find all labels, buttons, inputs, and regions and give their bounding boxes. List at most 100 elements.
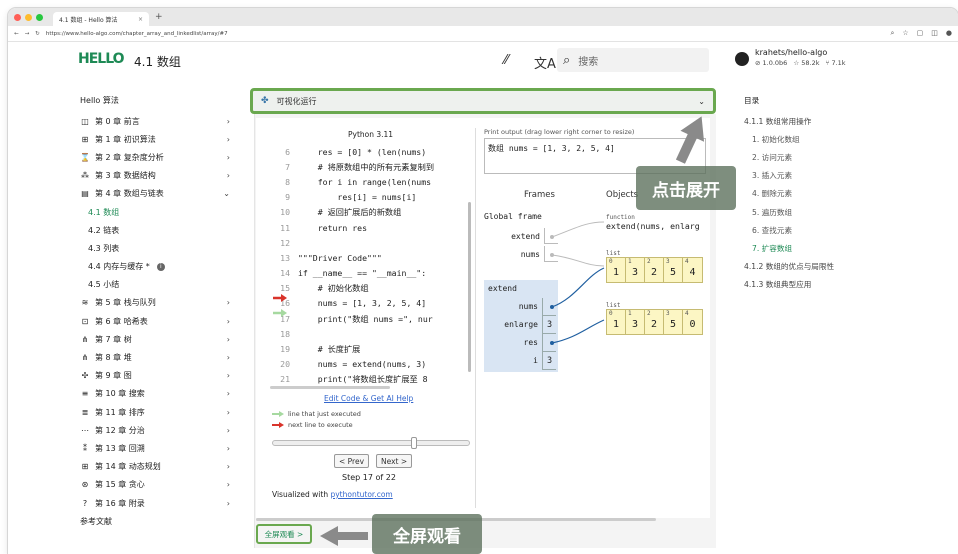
chapter-icon: ⊡ xyxy=(81,316,89,326)
nav-chapter[interactable]: ⋯ 第 12 章 分治 › xyxy=(80,421,230,439)
nav-chapter[interactable]: ⁑ 第 13 章 回溯 › xyxy=(80,439,230,457)
nav-chapter[interactable]: ◫ 第 0 章 前言 › xyxy=(80,112,230,130)
nav-chapter[interactable]: ⊛ 第 15 章 贪心 › xyxy=(80,476,230,494)
chapter-icon: ⁑ xyxy=(83,443,87,453)
chapter-icon: ≣ xyxy=(81,407,89,417)
chevron-down-icon[interactable]: ⌄ xyxy=(698,97,705,106)
chapter-icon: ⌛ xyxy=(80,152,90,162)
info-icon: i xyxy=(156,262,165,271)
search-box[interactable]: ⌕ 搜索 xyxy=(557,48,709,72)
toc-item[interactable]: 6. 查找元素 xyxy=(744,221,884,239)
nav-chapter[interactable]: ? 第 16 章 附录 › xyxy=(80,494,230,512)
nav-chapter[interactable]: ⊞ 第 1 章 初识算法 › xyxy=(80,130,230,148)
chapter-icon: ⊛ xyxy=(81,480,89,490)
close-window-button[interactable] xyxy=(14,13,21,21)
minimize-window-button[interactable] xyxy=(25,13,32,21)
theme-toggle-icon[interactable]: ⁄⁄ xyxy=(504,53,508,68)
chevron-icon[interactable]: › xyxy=(227,153,230,162)
toc-item[interactable]: 5. 遍历数组 xyxy=(744,203,884,221)
chapter-label: 第 13 章 回溯 xyxy=(95,443,145,453)
chapter-label: 第 9 章 图 xyxy=(95,371,132,381)
chapter-label: 第 10 章 搜索 xyxy=(95,389,145,399)
tab-bar: 4.1 数组 - Hello 算法 × + xyxy=(8,8,958,26)
chapter-icon: ? xyxy=(82,498,88,508)
tab-title: 4.1 数组 - Hello 算法 xyxy=(59,16,118,24)
table-of-contents: 目录 4.1.1 数组常用操作 1. 初始化数组 2. 访问元素 3. 插入元素 4. … xyxy=(744,95,884,294)
left-navigation: Hello 算法 ◫ 第 0 章 前言 › ⊞ 第 1 章 初识算法 › ⌛ 第 2 章 复杂… xyxy=(80,95,230,530)
toc-item[interactable]: 4. 删除元素 xyxy=(744,185,884,203)
chevron-icon[interactable]: › xyxy=(227,298,230,307)
nav-chapter[interactable]: ✣ 第 9 章 图 › xyxy=(80,367,230,385)
chevron-icon[interactable]: › xyxy=(227,335,230,344)
chapter-icon: ≋ xyxy=(81,298,89,308)
up-arrow-annotation xyxy=(676,116,705,164)
toc-item[interactable]: 2. 访问元素 xyxy=(744,148,884,166)
nav-subsection[interactable]: 4.1 数组 xyxy=(80,203,230,221)
nav-chapter[interactable]: ⋔ 第 8 章 堆 › xyxy=(80,348,230,366)
translate-icon[interactable]: 文A xyxy=(534,53,556,72)
nav-subsection[interactable]: 4.3 列表 xyxy=(80,239,230,257)
nav-chapter[interactable]: ⌛ 第 2 章 复杂度分析 › xyxy=(80,148,230,166)
chevron-icon[interactable]: › xyxy=(227,171,230,180)
new-tab-button[interactable]: + xyxy=(155,12,163,22)
repo-link[interactable]: krahets/hello-algo ⊘ 1.0.0b6 ☆ 58.2k ⑂ 7… xyxy=(735,48,846,67)
nav-chapter[interactable]: ⊡ 第 6 章 哈希表 › xyxy=(80,312,230,330)
nav-chapter[interactable]: ≋ 第 5 章 栈与队列 › xyxy=(80,294,230,312)
zoom-window-button[interactable] xyxy=(36,13,43,21)
chapter-label: 第 11 章 排序 xyxy=(95,407,145,417)
browser-tab[interactable]: 4.1 数组 - Hello 算法 × xyxy=(53,12,149,26)
python-icon: ✤ xyxy=(261,96,269,106)
chapter-label: 第 7 章 树 xyxy=(95,334,132,344)
nav-root[interactable]: Hello 算法 xyxy=(80,95,230,106)
chapter-label: 第 8 章 堆 xyxy=(95,353,132,363)
toc-title: 目录 xyxy=(744,96,760,105)
chevron-icon[interactable]: › xyxy=(227,371,230,380)
chevron-icon[interactable]: › xyxy=(227,426,230,435)
nav-subsection[interactable]: 4.2 链表 xyxy=(80,221,230,239)
search-icon: ⌕ xyxy=(563,52,571,68)
chapter-label: 第 4 章 数组与链表 xyxy=(95,189,164,199)
chapter-label: 第 15 章 贪心 xyxy=(95,480,145,490)
toc-item[interactable]: 1. 初始化数组 xyxy=(744,130,884,148)
toc-item[interactable]: 3. 插入元素 xyxy=(744,167,884,185)
expand-callout: 点击展开 xyxy=(636,166,736,210)
toc-item[interactable]: 4.1.2 数组的优点与局限性 xyxy=(744,258,884,276)
chevron-icon[interactable]: › xyxy=(227,462,230,471)
chevron-icon[interactable]: › xyxy=(227,444,230,453)
repo-stars: ☆ 58.2k xyxy=(793,59,820,67)
chapter-icon: ⊞ xyxy=(81,134,89,144)
nav-chapter[interactable]: ≣ 第 11 章 排序 › xyxy=(80,403,230,421)
nav-chapter[interactable]: ⁂ 第 3 章 数据结构 › xyxy=(80,167,230,185)
site-logo[interactable]: HELLO xyxy=(78,51,125,67)
chevron-icon[interactable]: › xyxy=(227,480,230,489)
page-title: 4.1 数组 xyxy=(134,55,181,69)
tab-close-icon[interactable]: × xyxy=(138,16,143,23)
nav-subsection[interactable]: 4.5 小结 xyxy=(80,276,230,294)
nav-chapter[interactable]: ⋔ 第 7 章 树 › xyxy=(80,330,230,348)
chevron-icon[interactable]: › xyxy=(227,317,230,326)
chapter-icon: ⊞ xyxy=(81,462,89,472)
chapter-icon: ⋔ xyxy=(81,353,89,363)
chapter-label: 第 6 章 哈希表 xyxy=(95,316,148,326)
nav-chapter[interactable]: ≡ 第 10 章 搜索 › xyxy=(80,385,230,403)
chevron-icon[interactable]: › xyxy=(227,499,230,508)
nav-chapter[interactable]: ⊞ 第 14 章 动态规划 › xyxy=(80,458,230,476)
repo-version: ⊘ 1.0.0b6 xyxy=(755,59,788,67)
toc-item[interactable]: 7. 扩容数组 xyxy=(744,239,884,257)
toc-item[interactable]: 4.1.3 数组典型应用 xyxy=(744,276,884,294)
toc-item[interactable]: 4.1.1 数组常用操作 xyxy=(744,112,884,130)
chevron-icon[interactable]: › xyxy=(227,389,230,398)
chevron-icon[interactable]: › xyxy=(227,135,230,144)
visualize-panel-header[interactable]: ✤ 可视化运行 ⌄ xyxy=(250,88,716,114)
chevron-icon[interactable]: › xyxy=(227,353,230,362)
chevron-icon[interactable]: › xyxy=(227,117,230,126)
nav-references[interactable]: 参考文献 xyxy=(80,512,230,530)
chapter-label: 第 0 章 前言 xyxy=(95,116,140,126)
nav-subsection[interactable]: 4.4 内存与缓存 * i xyxy=(80,258,230,276)
chevron-icon[interactable]: ⌄ xyxy=(223,189,230,198)
nav-chapter[interactable]: ▤ 第 4 章 数组与链表 ⌄ xyxy=(80,185,230,203)
chevron-icon[interactable]: › xyxy=(227,408,230,417)
site-header: HELLO 4.1 数组 ⁄⁄ 文A ⌕ 搜索 krahets/hello-al… xyxy=(0,35,950,87)
fullscreen-button[interactable]: 全屏观看 > xyxy=(256,524,312,544)
window-controls xyxy=(14,13,43,21)
